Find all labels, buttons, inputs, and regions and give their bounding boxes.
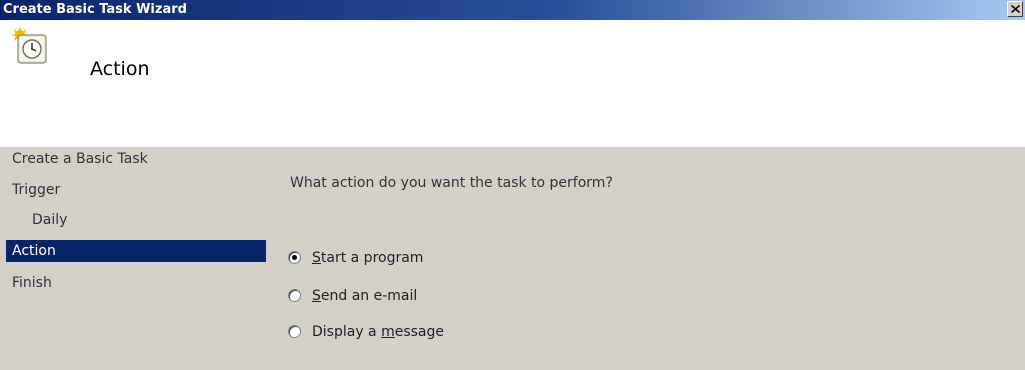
nav-item-trigger[interactable]: Trigger: [6, 179, 266, 201]
action-content: What action do you want the task to perf…: [266, 147, 1025, 370]
radio-button[interactable]: [288, 289, 301, 302]
nav-item-create-basic-task[interactable]: Create a Basic Task: [6, 148, 266, 170]
radio-checked-dot: [292, 255, 297, 260]
wizard-header: Action: [0, 20, 1025, 147]
page-title: Action: [90, 58, 150, 80]
close-button[interactable]: [1007, 1, 1023, 17]
action-question: What action do you want the task to perf…: [290, 175, 613, 191]
title-bar[interactable]: Create Basic Task Wizard: [0, 0, 1025, 20]
wizard-body: Create a Basic Task Trigger Daily Action…: [0, 147, 1025, 370]
option-label: Send an e-mail: [312, 288, 418, 304]
wizard-steps-nav: Create a Basic Task Trigger Daily Action…: [0, 147, 266, 370]
nav-item-finish[interactable]: Finish: [6, 272, 266, 294]
window-title: Create Basic Task Wizard: [3, 2, 187, 17]
option-label: Start a program: [312, 250, 424, 266]
radio-button[interactable]: [288, 251, 301, 264]
wizard-window: Create Basic Task Wizard Action Create a…: [0, 0, 1025, 370]
task-clock-icon: [11, 26, 47, 64]
nav-item-daily[interactable]: Daily: [6, 209, 266, 231]
close-icon: [1011, 5, 1020, 13]
nav-item-action[interactable]: Action: [6, 240, 266, 262]
option-label: Display a message: [312, 324, 445, 340]
radio-button[interactable]: [288, 325, 301, 338]
